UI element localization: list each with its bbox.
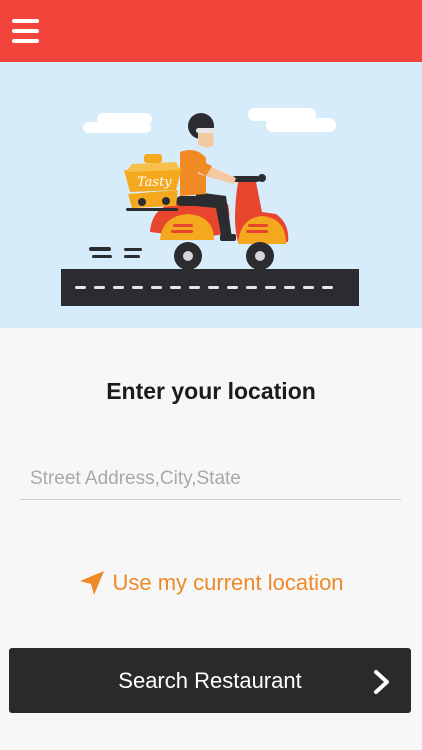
chevron-right-icon	[374, 670, 389, 694]
delivery-scooter-illustration: Tasty	[61, 108, 359, 306]
use-current-location-link[interactable]: Use my current location	[0, 566, 422, 600]
hero-illustration: Tasty	[0, 62, 422, 328]
speed-lines-icon	[89, 247, 142, 258]
road-icon	[61, 269, 359, 306]
cloud-left-icon	[83, 113, 152, 133]
top-app-bar	[0, 0, 422, 62]
page-title: Enter your location	[106, 378, 316, 404]
search-restaurant-button[interactable]: Search Restaurant	[9, 648, 411, 713]
brand-text: Tasty	[137, 175, 172, 190]
location-arrow-icon	[80, 571, 105, 595]
cloud-right-icon	[248, 108, 336, 132]
hamburger-menu-icon[interactable]	[12, 18, 40, 44]
tasty-box-icon: Tasty	[124, 154, 182, 211]
address-input[interactable]	[20, 458, 401, 500]
current-location-label: Use my current location	[112, 570, 344, 595]
search-button-label: Search Restaurant	[118, 668, 302, 693]
location-panel: Enter your location Use my current locat…	[0, 328, 422, 750]
